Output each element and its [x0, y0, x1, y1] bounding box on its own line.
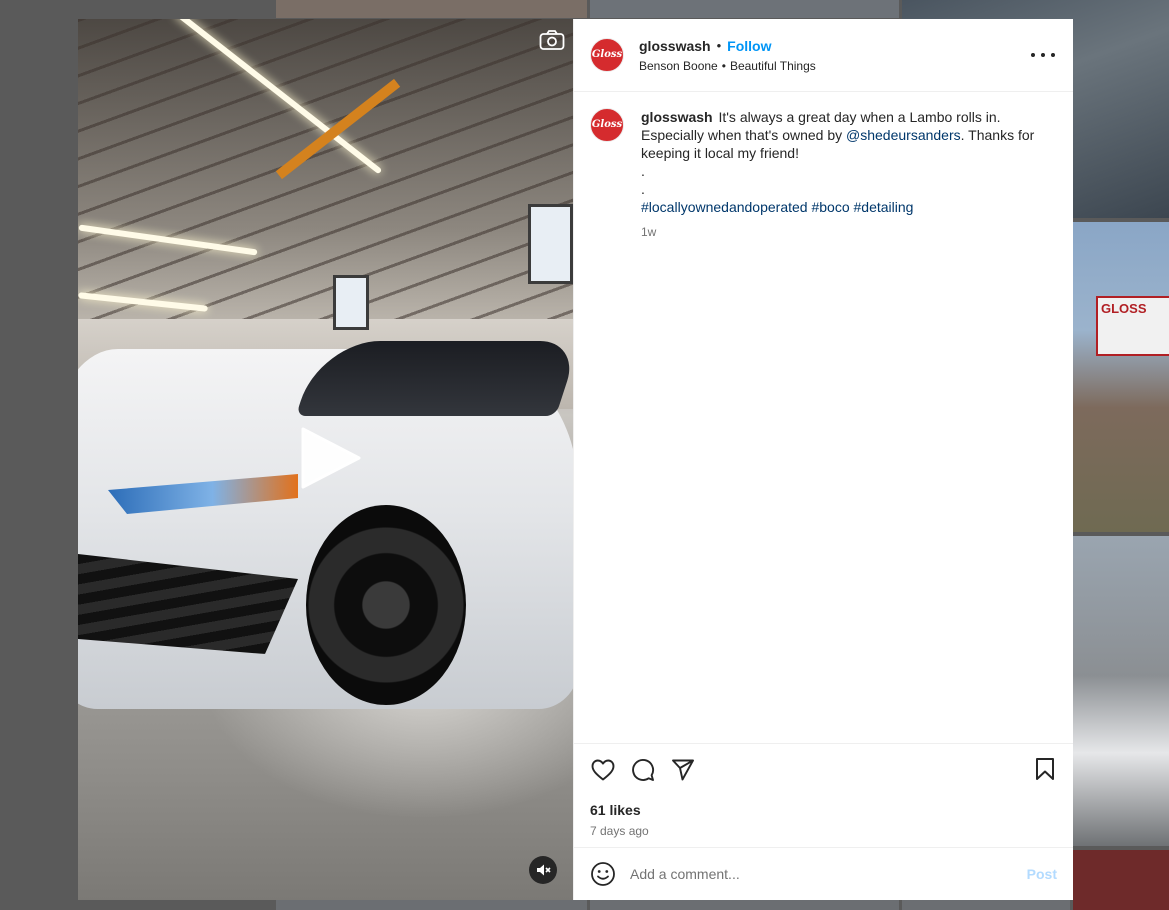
post-actions: 61 likes 7 days ago — [574, 743, 1073, 847]
caption-dot: . — [641, 163, 645, 179]
video-frame-window — [333, 275, 369, 330]
comment-bar: Post — [574, 847, 1073, 900]
smiley-icon[interactable] — [590, 861, 616, 887]
post-header-text: glosswash • Follow Benson Boone • Beauti… — [639, 38, 816, 73]
more-options-icon[interactable] — [1031, 45, 1055, 65]
post-modal: Gloss glosswash • Follow Benson Boone • … — [78, 19, 1073, 900]
caption-username[interactable]: glosswash — [641, 109, 713, 125]
hashtag-link[interactable]: #boco — [811, 199, 849, 215]
caption: Gloss glosswash It's always a great day … — [590, 108, 1057, 241]
music-artist: Benson Boone — [639, 58, 718, 73]
play-icon[interactable] — [297, 425, 363, 491]
video-frame-wheel — [306, 505, 466, 705]
hashtag-link[interactable]: #detailing — [854, 199, 914, 215]
caption-hashtags: #locallyownedandoperated #boco #detailin… — [641, 198, 1041, 216]
storefront-sign: GLOSS — [1096, 296, 1169, 356]
bookmark-icon[interactable] — [1033, 757, 1059, 783]
caption-mention[interactable]: @shedeursanders — [846, 127, 961, 143]
avatar[interactable]: Gloss — [590, 108, 624, 142]
post-timestamp[interactable]: 7 days ago — [590, 824, 1057, 838]
audio-attribution[interactable]: Benson Boone • Beautiful Things — [639, 59, 816, 73]
grid-thumbnail[interactable] — [1073, 850, 1169, 910]
grid-thumbnail[interactable] — [1073, 536, 1169, 846]
post-comment-button[interactable]: Post — [1027, 866, 1057, 882]
grid-thumbnail[interactable] — [902, 900, 1070, 910]
grid-thumbnail[interactable] — [590, 0, 899, 18]
comment-bubble-icon[interactable] — [630, 757, 656, 783]
music-track: Beautiful Things — [729, 58, 816, 73]
username-link[interactable]: glosswash — [639, 38, 711, 54]
video-frame-window — [528, 204, 573, 284]
separator-dot: • — [721, 58, 726, 73]
grid-thumbnail[interactable] — [276, 900, 587, 910]
comment-input[interactable] — [630, 866, 1010, 882]
paper-plane-icon[interactable] — [670, 757, 696, 783]
video-frame-ceiling — [78, 19, 573, 319]
separator-dot: • — [716, 38, 722, 53]
avatar-logo-text: Gloss — [591, 119, 623, 130]
caption-dot: . — [641, 181, 645, 197]
grid-thumbnail[interactable] — [1073, 222, 1169, 532]
avatar-logo-text: Gloss — [591, 49, 623, 60]
hashtag-link[interactable]: #locallyownedandoperated — [641, 199, 808, 215]
caption-area: Gloss glosswash It's always a great day … — [574, 92, 1073, 743]
avatar[interactable]: Gloss — [590, 38, 624, 72]
grid-thumbnail[interactable] — [590, 900, 899, 910]
caption-body: glosswash It's always a great day when a… — [641, 108, 1041, 241]
likes-count[interactable]: 61 likes — [590, 802, 1057, 818]
post-header: Gloss glosswash • Follow Benson Boone • … — [574, 19, 1073, 92]
heart-icon[interactable] — [590, 757, 616, 783]
camera-icon — [539, 29, 565, 51]
follow-button[interactable]: Follow — [727, 38, 771, 54]
grid-thumbnail[interactable] — [276, 0, 587, 18]
speaker-muted-icon[interactable] — [529, 856, 557, 884]
caption-timestamp[interactable]: 1w — [641, 223, 1041, 241]
post-info-panel: Gloss glosswash • Follow Benson Boone • … — [573, 19, 1073, 900]
post-video[interactable] — [78, 19, 573, 900]
